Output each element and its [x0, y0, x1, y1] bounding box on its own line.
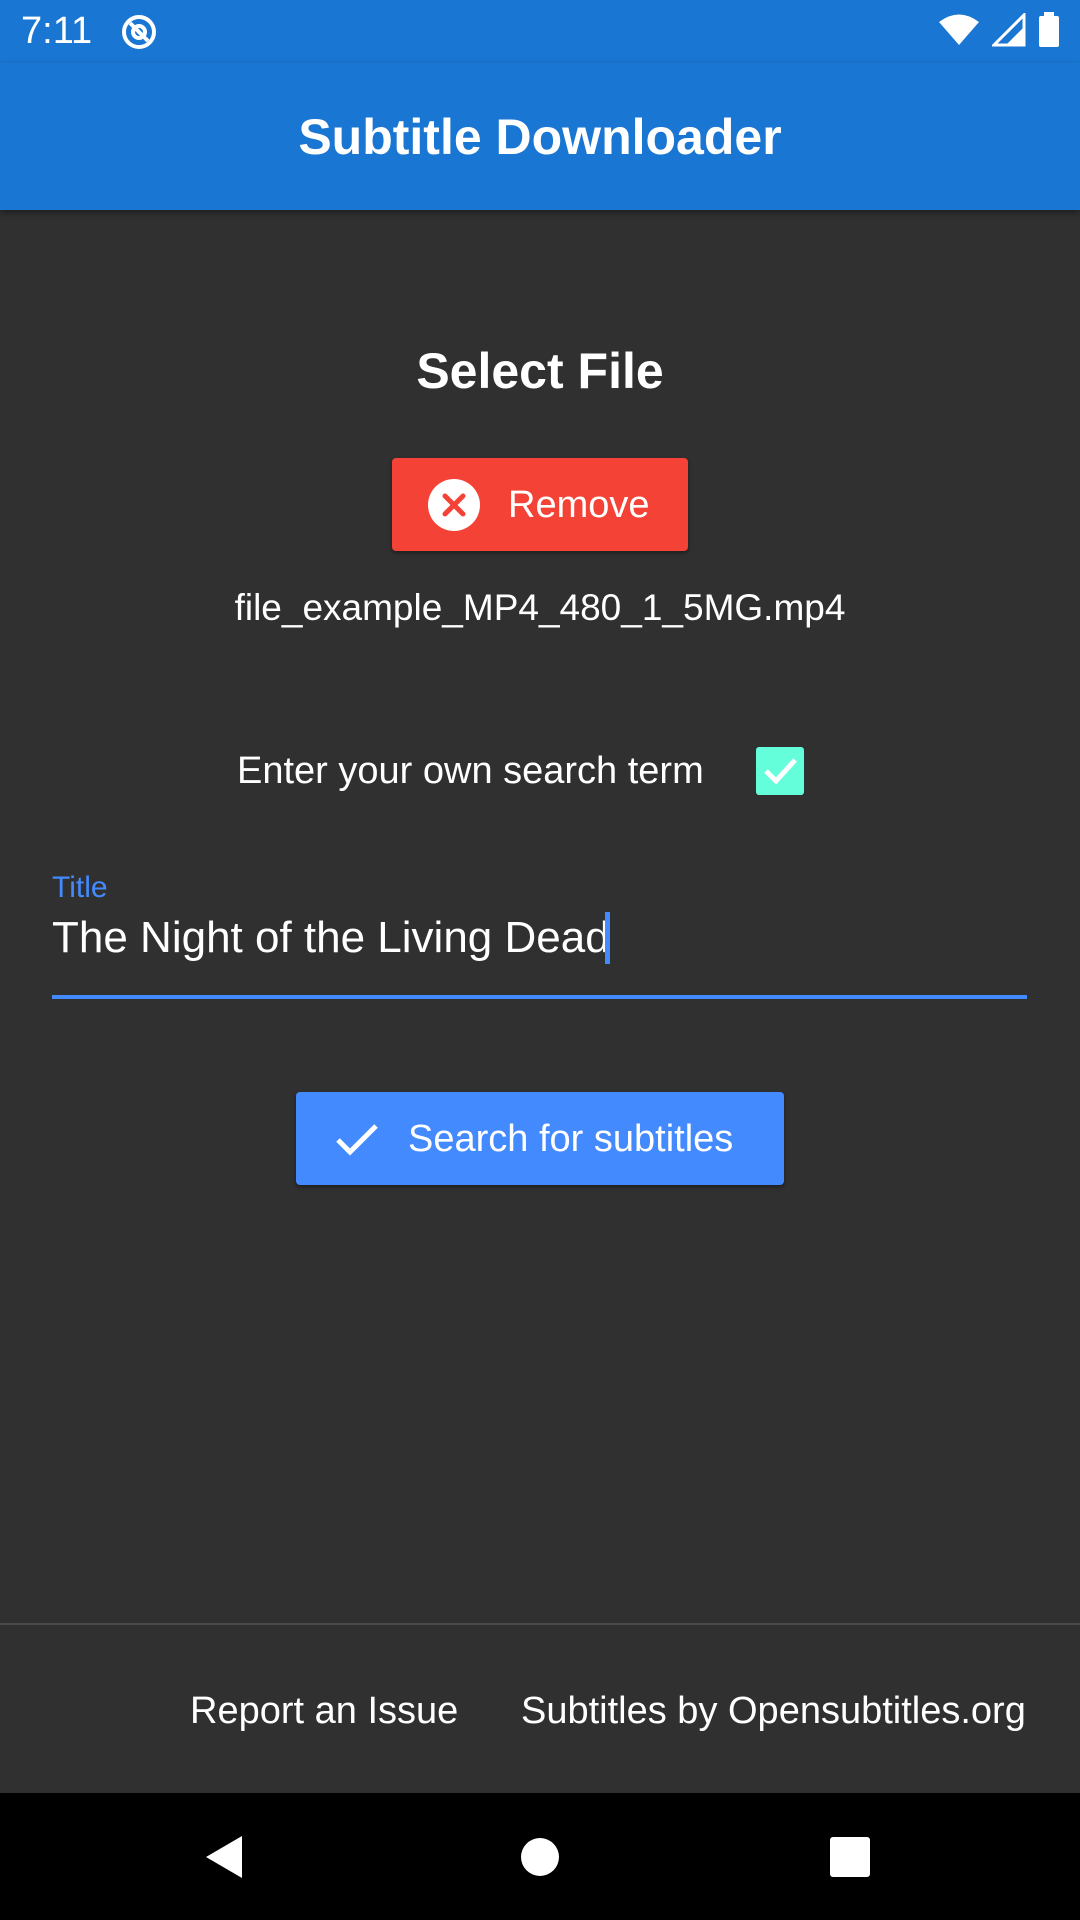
cellular-signal-icon	[990, 10, 1026, 52]
footer: Report an Issue Subtitles by Opensubtitl…	[0, 1625, 1080, 1793]
search-button-label: Search for subtitles	[408, 1117, 734, 1160]
recents-icon	[830, 1836, 870, 1877]
opensubtitles-credit-link[interactable]: Subtitles by Opensubtitles.org	[521, 1688, 1026, 1734]
wifi-icon	[938, 13, 980, 52]
app-bar: Subtitle Downloader	[0, 63, 1080, 210]
close-circle-icon	[427, 478, 481, 532]
own-search-term-checkbox[interactable]	[756, 747, 804, 795]
search-subtitles-button[interactable]: Search for subtitles	[296, 1092, 784, 1185]
selected-file-name: file_example_MP4_480_1_5MG.mp4	[234, 587, 846, 628]
at-sign-icon	[120, 13, 158, 51]
remove-button-label: Remove	[508, 483, 650, 526]
battery-icon	[1038, 11, 1060, 53]
home-button[interactable]	[460, 1793, 620, 1920]
status-icons	[938, 10, 1060, 53]
back-icon	[206, 1835, 242, 1878]
remove-button[interactable]: Remove	[392, 458, 688, 551]
app-screen: 7:11 Subtitle Downloader Select File Rem…	[0, 0, 1080, 1920]
section-title: Select File	[416, 343, 664, 399]
back-button[interactable]	[145, 1793, 305, 1920]
check-icon	[764, 758, 797, 785]
recents-button[interactable]	[770, 1793, 930, 1920]
title-input-underline	[52, 995, 1027, 999]
text-cursor	[605, 912, 610, 964]
home-icon	[521, 1837, 559, 1876]
own-search-term-row: Enter your own search term	[0, 745, 1080, 797]
title-input[interactable]	[52, 906, 1027, 970]
system-nav-bar	[0, 1793, 1080, 1920]
report-issue-link[interactable]: Report an Issue	[190, 1688, 458, 1734]
title-field-label: Title	[52, 871, 108, 904]
status-bar: 7:11	[0, 0, 1080, 63]
check-icon	[334, 1116, 380, 1162]
app-title: Subtitle Downloader	[298, 109, 782, 165]
status-time: 7:11	[21, 10, 93, 52]
own-search-term-label: Enter your own search term	[237, 750, 704, 792]
